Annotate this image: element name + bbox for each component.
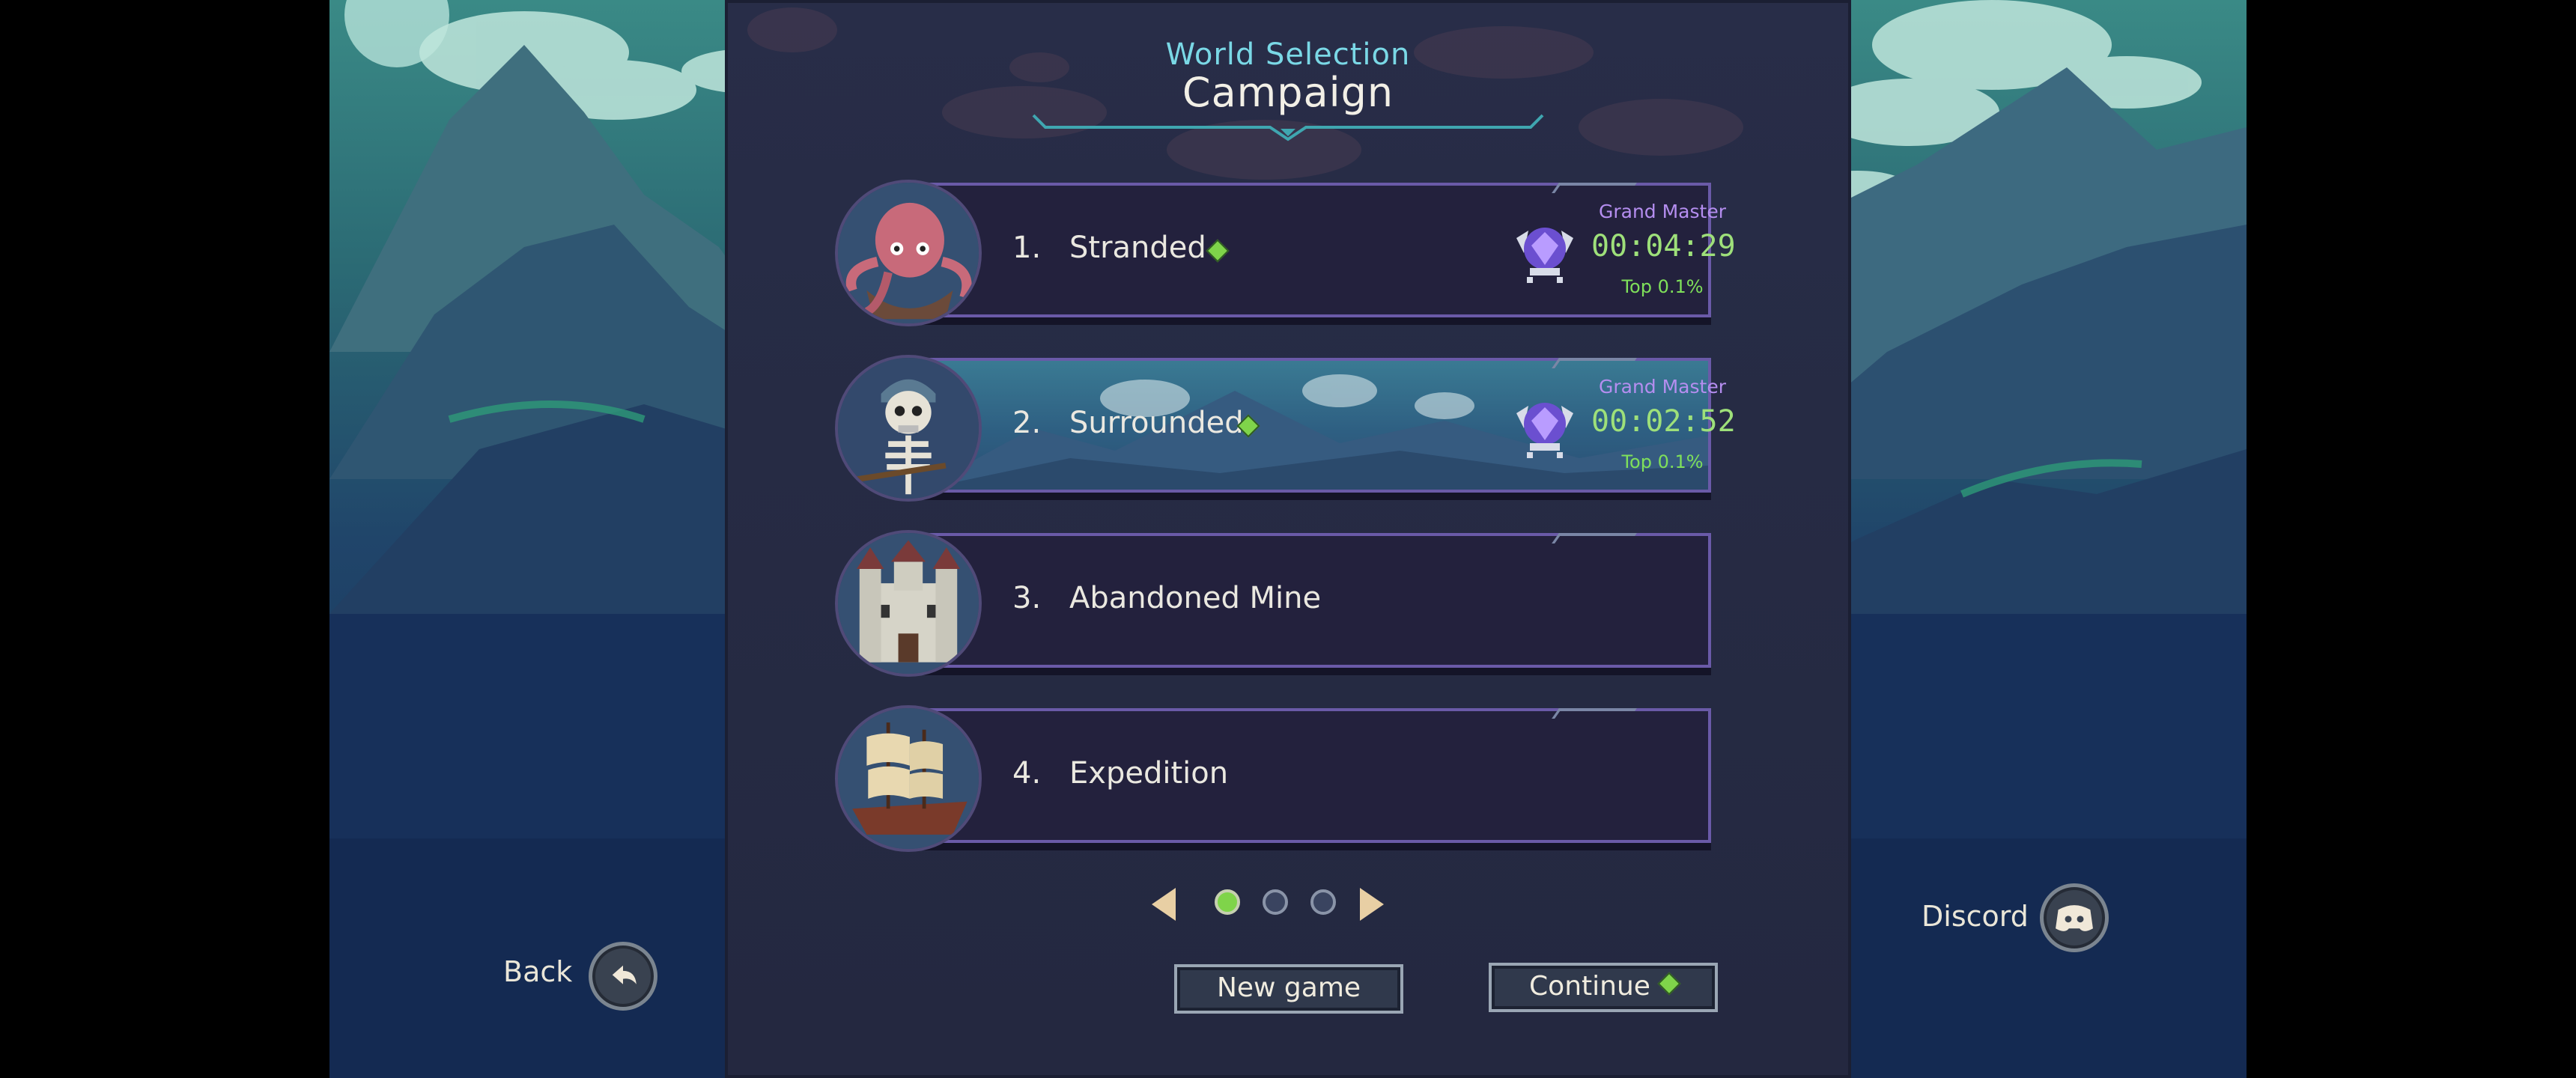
page-dot-3[interactable]: [1310, 889, 1336, 915]
game-stage: World Selection Campaign 1. Stranded Gra…: [329, 0, 2247, 1078]
octopus-icon: [835, 180, 982, 326]
header-subtitle: World Selection: [1165, 37, 1411, 72]
world-card-stranded[interactable]: 1. Stranded Grand Master 00:04:29 Top 0.…: [835, 180, 1853, 326]
page-dot-2[interactable]: [1263, 889, 1288, 915]
header-ornament: [1032, 114, 1544, 141]
discord-button[interactable]: [2040, 883, 2109, 952]
skeleton-icon: [835, 355, 982, 502]
world-number: 3.: [1012, 581, 1042, 615]
new-game-button[interactable]: New game: [1174, 964, 1403, 1014]
percentile-label: Top 0.1%: [1621, 276, 1704, 297]
world-card-expedition[interactable]: 4. Expedition: [835, 705, 1853, 852]
world-name: Expedition: [1069, 756, 1229, 791]
next-page-arrow-icon[interactable]: [1360, 888, 1384, 921]
discord-icon: [2056, 905, 2093, 931]
world-name: Abandoned Mine: [1069, 581, 1322, 615]
campaign-panel: World Selection Campaign 1. Stranded Gra…: [725, 0, 1851, 1078]
back-label: Back: [503, 955, 573, 988]
prev-page-arrow-icon[interactable]: [1152, 888, 1176, 921]
best-time: 00:04:29: [1591, 229, 1736, 264]
world-card-abandoned-mine[interactable]: 3. Abandoned Mine: [835, 530, 1853, 677]
world-card-surrounded[interactable]: 2. Surrounded Grand Master 00:02:52 Top …: [835, 355, 1853, 502]
world-name: Surrounded: [1069, 406, 1244, 440]
continue-button[interactable]: Continue: [1489, 963, 1718, 1012]
percentile-label: Top 0.1%: [1621, 451, 1704, 472]
continue-gem-icon: [1657, 972, 1681, 996]
trophy-icon: [1516, 403, 1573, 458]
rank-label: Grand Master: [1598, 201, 1726, 222]
discord-label: Discord: [1922, 900, 2029, 933]
new-game-label: New game: [1216, 972, 1361, 1003]
world-number: 2.: [1012, 406, 1042, 440]
page-dot-1[interactable]: [1215, 889, 1240, 915]
ship-icon: [835, 705, 982, 852]
back-button[interactable]: [589, 942, 657, 1011]
best-time: 00:02:52: [1591, 404, 1736, 439]
rank-label: Grand Master: [1598, 376, 1726, 398]
continue-label: Continue: [1529, 971, 1650, 1002]
castle-icon: [835, 530, 982, 677]
world-number: 1.: [1012, 231, 1042, 265]
world-number: 4.: [1012, 756, 1042, 791]
world-pager: [1152, 883, 1421, 921]
trophy-icon: [1516, 228, 1573, 283]
world-name: Stranded: [1069, 231, 1206, 265]
back-arrow-icon: [612, 965, 637, 984]
